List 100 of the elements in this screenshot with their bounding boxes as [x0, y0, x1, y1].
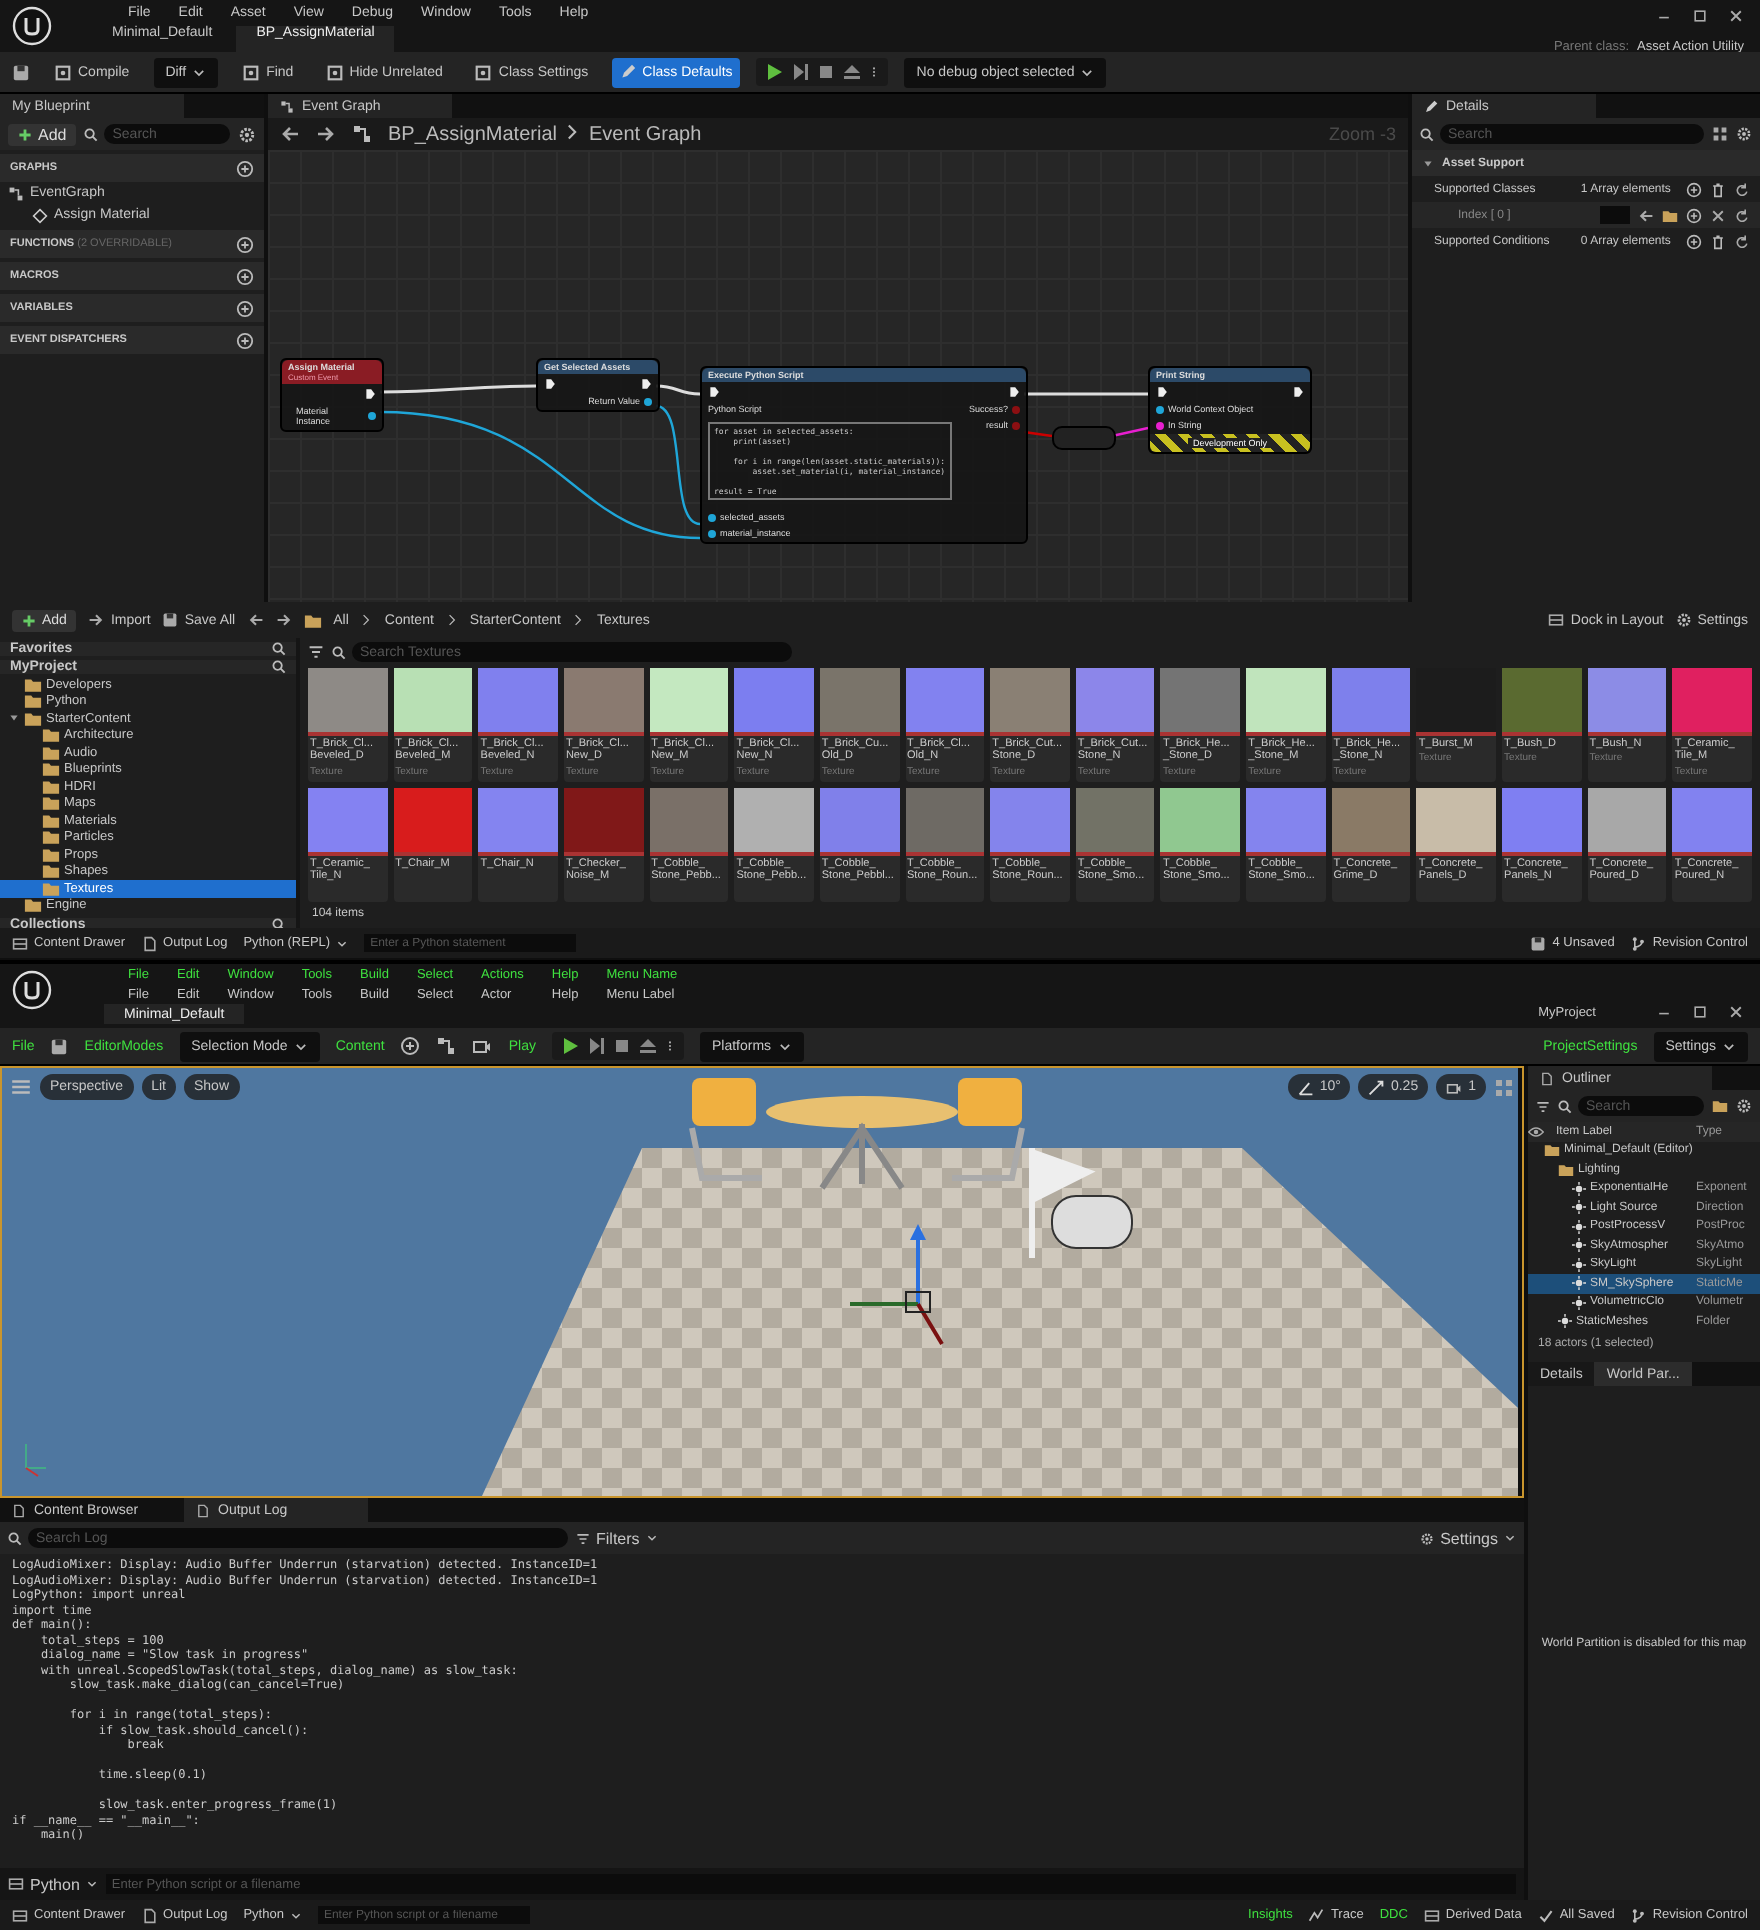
caret-icon — [85, 1878, 98, 1890]
add-icon[interactable] — [1686, 181, 1702, 197]
close-icon[interactable] — [1728, 8, 1744, 24]
settings-icon[interactable] — [238, 125, 256, 143]
caret-icon — [1504, 1532, 1516, 1544]
conversion-node[interactable] — [1052, 426, 1116, 450]
tool-icon — [474, 63, 493, 81]
chevron-icon — [360, 614, 373, 626]
actor-icon — [1572, 1219, 1586, 1234]
exec-pin-icon[interactable] — [1156, 386, 1168, 398]
add-icon[interactable] — [236, 331, 254, 349]
exec-pin-icon[interactable] — [1008, 386, 1020, 398]
eject-icon[interactable] — [842, 62, 863, 82]
axis-indicator-icon — [25, 1443, 47, 1477]
table-icon[interactable] — [1712, 126, 1728, 142]
add-folder-icon[interactable] — [1712, 1098, 1728, 1114]
play-icon[interactable] — [560, 1036, 580, 1056]
blueprint-icon[interactable] — [436, 1036, 457, 1056]
settings-icon — [1675, 612, 1692, 628]
step-icon[interactable] — [790, 62, 811, 82]
close-icon[interactable] — [1728, 1004, 1744, 1020]
eject-icon[interactable] — [638, 1036, 658, 1056]
graph-icon — [280, 99, 294, 113]
reset-icon[interactable] — [1734, 207, 1750, 223]
logo-icon[interactable] — [12, 6, 52, 46]
pencil-icon — [1424, 99, 1438, 113]
add-icon[interactable] — [236, 299, 254, 317]
add-icon[interactable] — [236, 159, 254, 177]
pin-icon[interactable] — [1156, 405, 1164, 413]
step-icon[interactable] — [586, 1036, 606, 1056]
pin-icon[interactable] — [1156, 421, 1164, 429]
back-icon[interactable] — [247, 612, 264, 628]
chevron-icon — [445, 614, 458, 626]
breadcrumb-link[interactable]: BP_AssignMaterial — [388, 123, 557, 145]
actor-icon — [1558, 1314, 1572, 1329]
reset-icon[interactable] — [1734, 233, 1750, 249]
search-icon[interactable] — [272, 660, 286, 674]
collapse-arrow-icon[interactable] — [1422, 157, 1434, 169]
add-icon[interactable] — [236, 235, 254, 253]
options-icon[interactable] — [1686, 207, 1702, 223]
add-button[interactable]: Add — [8, 123, 77, 145]
back-icon[interactable] — [280, 124, 300, 144]
clear-icon[interactable] — [1710, 207, 1726, 223]
search-icon — [332, 645, 346, 659]
drawer-icon — [12, 1907, 28, 1923]
play-icon[interactable] — [764, 62, 785, 82]
exec-wire — [1024, 392, 1148, 396]
settings-icon[interactable] — [1736, 1098, 1752, 1114]
delete-icon[interactable] — [1710, 233, 1726, 249]
forward-icon[interactable] — [275, 612, 292, 628]
folder-icon — [303, 611, 322, 629]
save-button[interactable] — [12, 63, 30, 81]
browse-icon[interactable] — [1662, 207, 1678, 223]
graph-icon — [8, 185, 24, 201]
tool-icon — [242, 63, 261, 81]
drawer-icon — [12, 935, 28, 951]
breadcrumb-link[interactable]: Event Graph — [588, 123, 702, 145]
branch-icon — [1630, 935, 1647, 951]
logo-icon[interactable] — [12, 970, 52, 1010]
search-icon — [1420, 127, 1434, 141]
filter-icon[interactable] — [308, 644, 324, 660]
check-icon — [1537, 1907, 1554, 1923]
exec-pin-icon[interactable] — [544, 378, 556, 390]
maximize-icon[interactable] — [1692, 8, 1708, 24]
add-content-icon[interactable] — [400, 1036, 421, 1056]
pin-icon[interactable] — [708, 529, 716, 537]
search-icon[interactable] — [272, 642, 286, 656]
filter-icon[interactable] — [1536, 1099, 1550, 1113]
use-icon[interactable] — [1638, 207, 1654, 223]
stop-icon[interactable] — [816, 62, 837, 82]
filters-button[interactable]: Filters — [576, 1529, 658, 1547]
dock-icon — [1548, 612, 1565, 628]
pin-icon[interactable] — [644, 397, 652, 405]
log-icon — [141, 1907, 158, 1923]
reset-icon[interactable] — [1734, 181, 1750, 197]
settings-icon[interactable] — [1736, 126, 1752, 142]
cinematics-icon[interactable] — [472, 1036, 493, 1056]
console-dropdown[interactable]: Python — [8, 1875, 98, 1893]
eye-icon[interactable] — [1528, 1123, 1544, 1140]
pin-icon[interactable] — [708, 513, 716, 521]
stop-icon[interactable] — [612, 1036, 632, 1056]
angle-icon — [1297, 1079, 1314, 1095]
forward-icon[interactable] — [316, 124, 336, 144]
pin-icon[interactable] — [368, 412, 376, 420]
settings-button[interactable]: Settings — [1420, 1529, 1516, 1547]
save-button[interactable] — [50, 1037, 69, 1055]
graph-node[interactable] — [700, 366, 1028, 544]
exec-pin-icon[interactable] — [640, 378, 652, 390]
caret-icon — [192, 65, 207, 79]
caret-icon — [336, 937, 349, 949]
add-icon[interactable] — [1686, 233, 1702, 249]
exec-pin-icon[interactable] — [364, 388, 376, 400]
search-icon — [1558, 1099, 1572, 1113]
exec-pin-icon[interactable] — [1292, 386, 1304, 398]
delete-icon[interactable] — [1710, 181, 1726, 197]
viewport-scene-drawing[interactable] — [2, 1068, 1518, 1496]
maximize-icon[interactable] — [1692, 1004, 1708, 1020]
add-icon[interactable] — [236, 267, 254, 285]
exec-pin-icon[interactable] — [708, 386, 720, 398]
flag-gamepad-icon — [1029, 1145, 1133, 1261]
